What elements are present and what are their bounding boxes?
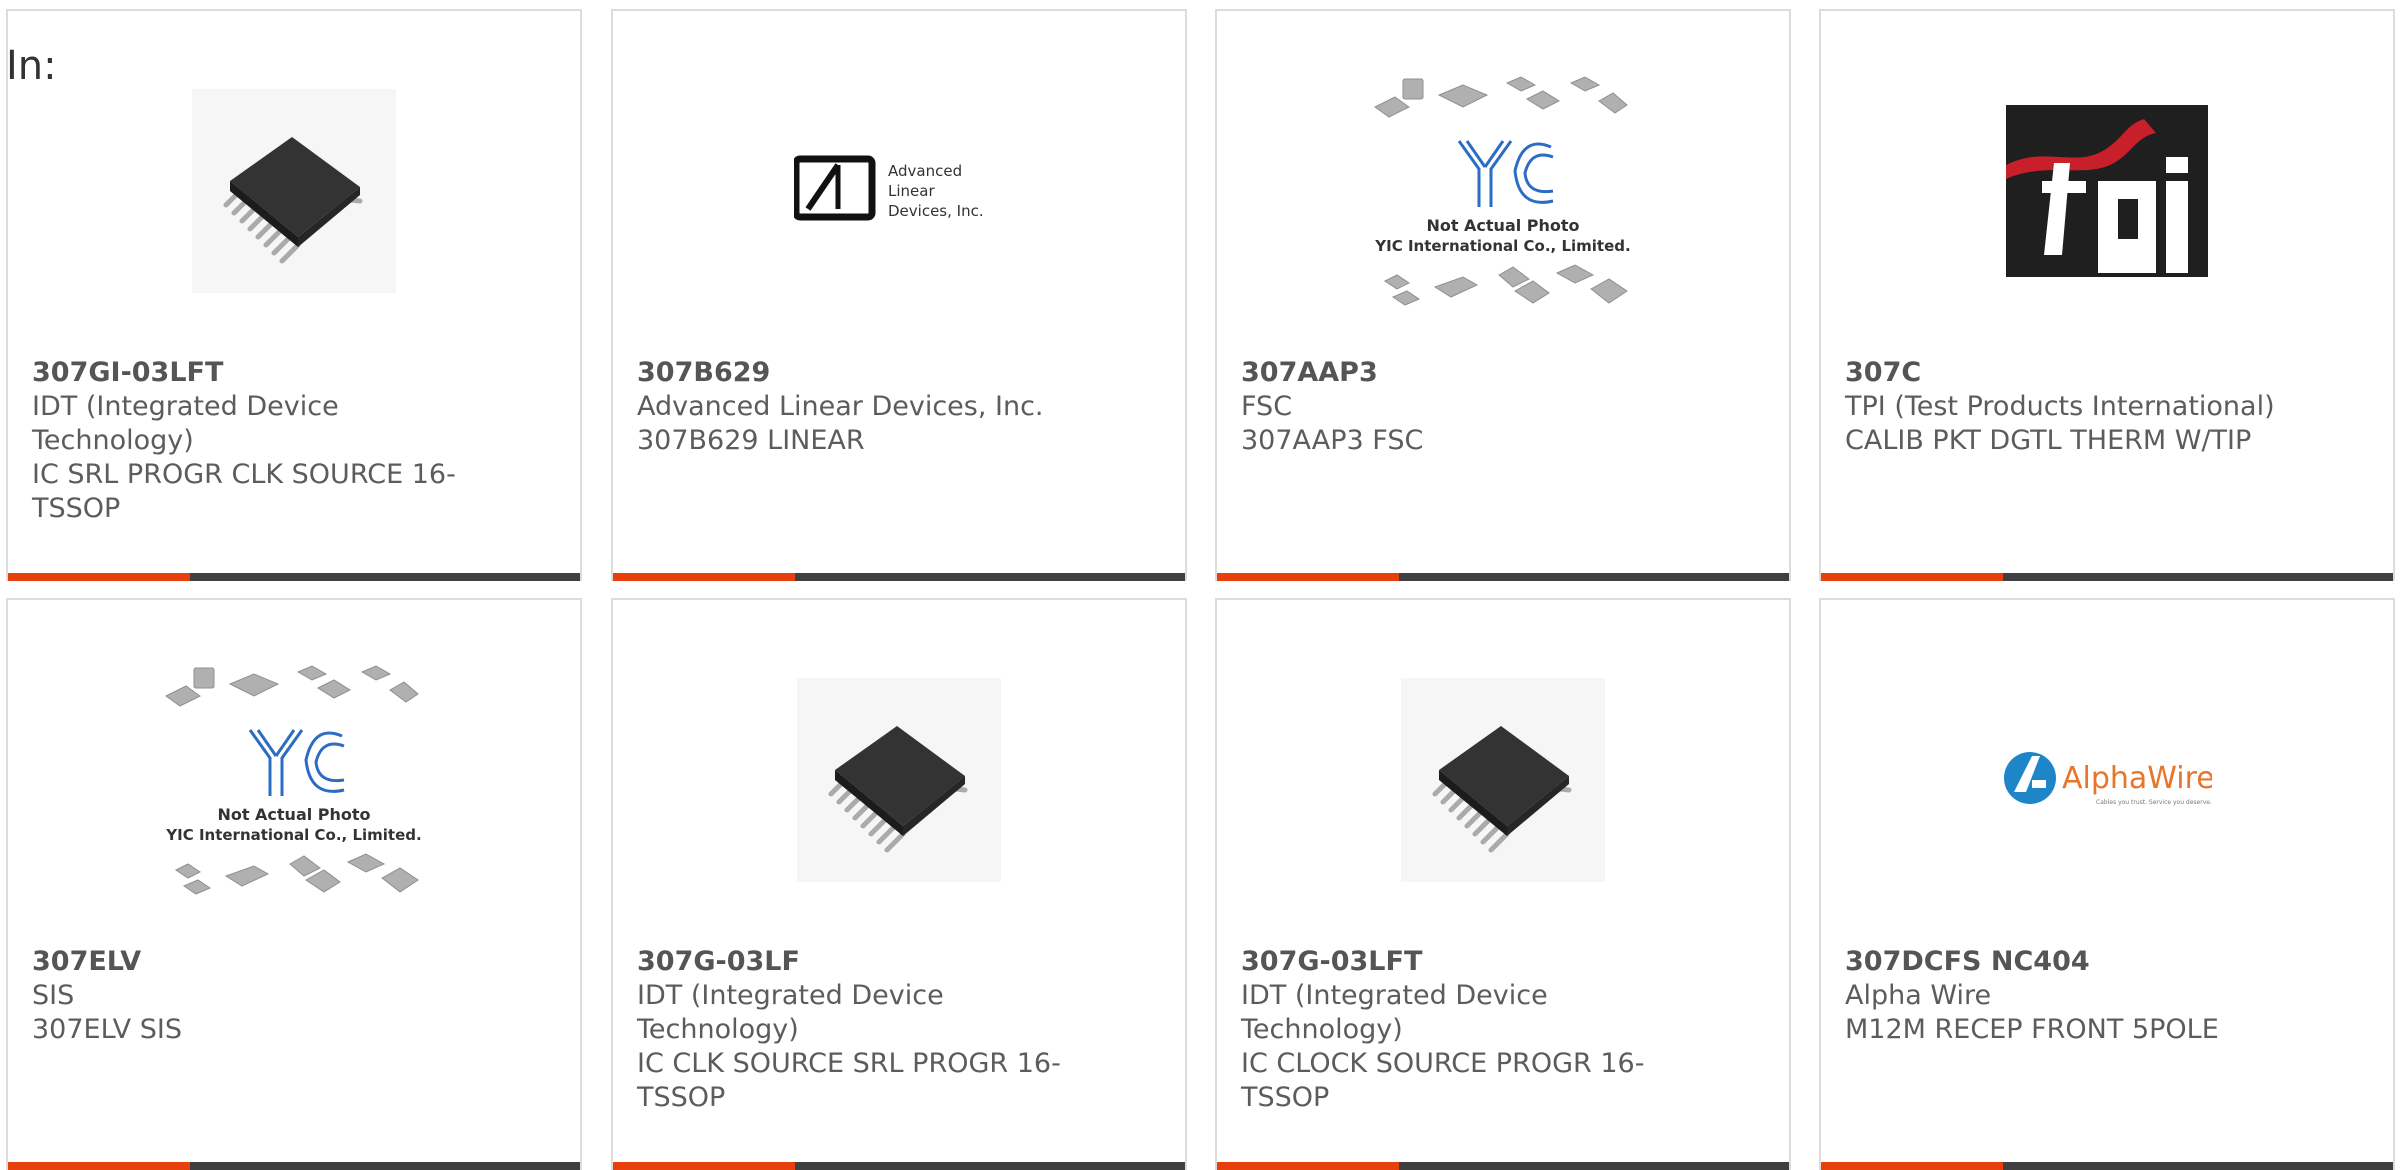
yic-company-text: YIC International Co., Limited. xyxy=(1374,237,1630,255)
ald-logo-line-3: Devices, Inc. xyxy=(888,202,984,220)
alphawire-tagline: Cables you trust. Service you deserve. xyxy=(2096,799,2212,806)
product-card[interactable]: 307G-03LF IDT (Integrated Device Technol… xyxy=(611,598,1187,1170)
ic-chip-photo xyxy=(1401,678,1605,882)
advanced-linear-devices-logo: Advanced Linear Devices, Inc. xyxy=(794,155,984,221)
product-image[interactable]: Not Actual Photo YIC International Co., … xyxy=(8,660,580,900)
card-bottom-bar xyxy=(1217,1162,1789,1170)
alphawire-logo: AlphaWire Cables you trust. Service you … xyxy=(2004,752,2212,806)
product-description: IC CLOCK SOURCE PROGR 16-TSSOP xyxy=(1241,1048,1645,1113)
product-card[interactable]: Advanced Linear Devices, Inc. 307B629 Ad… xyxy=(611,9,1187,581)
product-image[interactable] xyxy=(1821,71,2393,311)
product-image[interactable] xyxy=(613,660,1185,900)
product-manufacturer: IDT (Integrated Device Technology) xyxy=(32,391,339,456)
product-card[interactable]: Not Actual Photo YIC International Co., … xyxy=(6,598,582,1170)
product-part-number[interactable]: 307GI-03LFT xyxy=(32,356,462,390)
product-description: 307AAP3 FSC xyxy=(1241,425,1424,456)
not-actual-photo-text: Not Actual Photo xyxy=(217,805,370,824)
product-image[interactable]: Advanced Linear Devices, Inc. xyxy=(613,71,1185,311)
product-part-number[interactable]: 307C xyxy=(1845,356,2275,390)
ald-logo-line-2: Linear xyxy=(888,182,935,200)
product-info: 307G-03LF IDT (Integrated Device Technol… xyxy=(637,945,1067,1115)
card-accent-bar xyxy=(1821,1162,2003,1170)
product-grid: 307GI-03LFT IDT (Integrated Device Techn… xyxy=(0,0,2400,1170)
product-manufacturer: Alpha Wire xyxy=(1845,980,1992,1011)
ic-chip-photo xyxy=(192,89,396,293)
product-manufacturer: IDT (Integrated Device Technology) xyxy=(637,980,944,1045)
ic-chip-photo xyxy=(797,678,1001,882)
product-description: M12M RECEP FRONT 5POLE xyxy=(1845,1014,2219,1045)
product-manufacturer: TPI (Test Products International) xyxy=(1845,391,2275,422)
product-description: IC SRL PROGR CLK SOURCE 16-TSSOP xyxy=(32,459,456,524)
product-card[interactable]: 307GI-03LFT IDT (Integrated Device Techn… xyxy=(6,9,582,581)
alphawire-wordmark: AlphaWire xyxy=(2062,761,2212,796)
card-bottom-bar xyxy=(613,1162,1185,1170)
product-card[interactable]: 307C TPI (Test Products International) C… xyxy=(1819,9,2395,581)
product-manufacturer: FSC xyxy=(1241,391,1293,422)
yic-not-actual-photo: Not Actual Photo YIC International Co., … xyxy=(1374,76,1631,306)
product-image[interactable]: Not Actual Photo YIC International Co., … xyxy=(1217,71,1789,311)
product-info: 307C TPI (Test Products International) C… xyxy=(1845,356,2275,458)
product-part-number[interactable]: 307B629 xyxy=(637,356,1067,390)
product-info: 307ELV SIS 307ELV SIS xyxy=(32,945,462,1047)
not-actual-photo-text: Not Actual Photo xyxy=(1426,216,1579,235)
product-info: 307DCFS NC404 Alpha Wire M12M RECEP FRON… xyxy=(1845,945,2275,1047)
card-accent-bar xyxy=(613,1162,795,1170)
yic-not-actual-photo: Not Actual Photo YIC International Co., … xyxy=(165,665,422,895)
card-bottom-bar xyxy=(8,573,580,581)
product-manufacturer: SIS xyxy=(32,980,75,1011)
yic-company-text: YIC International Co., Limited. xyxy=(165,826,421,844)
card-accent-bar xyxy=(1217,573,1399,581)
product-info: 307B629 Advanced Linear Devices, Inc. 30… xyxy=(637,356,1067,458)
card-accent-bar xyxy=(8,573,190,581)
card-accent-bar xyxy=(1217,1162,1399,1170)
card-accent-bar xyxy=(8,1162,190,1170)
product-manufacturer: Advanced Linear Devices, Inc. xyxy=(637,391,1044,422)
card-bottom-bar xyxy=(1821,573,2393,581)
product-card[interactable]: AlphaWire Cables you trust. Service you … xyxy=(1819,598,2395,1170)
product-info: 307GI-03LFT IDT (Integrated Device Techn… xyxy=(32,356,462,526)
product-info: 307AAP3 FSC 307AAP3 FSC xyxy=(1241,356,1671,458)
card-bottom-bar xyxy=(613,573,1185,581)
product-description: CALIB PKT DGTL THERM W/TIP xyxy=(1845,425,2252,456)
card-bottom-bar xyxy=(1821,1162,2393,1170)
product-image[interactable] xyxy=(1217,660,1789,900)
ald-logo-line-1: Advanced xyxy=(888,162,962,180)
product-description: 307B629 LINEAR xyxy=(637,425,865,456)
product-part-number[interactable]: 307ELV xyxy=(32,945,462,979)
product-info: 307G-03LFT IDT (Integrated Device Techno… xyxy=(1241,945,1671,1115)
product-manufacturer: IDT (Integrated Device Technology) xyxy=(1241,980,1548,1045)
card-bottom-bar xyxy=(1217,573,1789,581)
card-accent-bar xyxy=(613,573,795,581)
tpi-logo xyxy=(2006,105,2208,277)
product-part-number[interactable]: 307AAP3 xyxy=(1241,356,1671,390)
product-description: IC CLK SOURCE SRL PROGR 16-TSSOP xyxy=(637,1048,1061,1113)
product-part-number[interactable]: 307G-03LFT xyxy=(1241,945,1671,979)
product-description: 307ELV SIS xyxy=(32,1014,182,1045)
product-image[interactable] xyxy=(8,71,580,311)
card-bottom-bar xyxy=(8,1162,580,1170)
card-accent-bar xyxy=(1821,573,2003,581)
product-image[interactable]: AlphaWire Cables you trust. Service you … xyxy=(1821,660,2393,900)
product-card[interactable]: Not Actual Photo YIC International Co., … xyxy=(1215,9,1791,581)
product-part-number[interactable]: 307G-03LF xyxy=(637,945,1067,979)
product-part-number[interactable]: 307DCFS NC404 xyxy=(1845,945,2275,979)
product-card[interactable]: 307G-03LFT IDT (Integrated Device Techno… xyxy=(1215,598,1791,1170)
in-label: In: xyxy=(6,43,57,89)
